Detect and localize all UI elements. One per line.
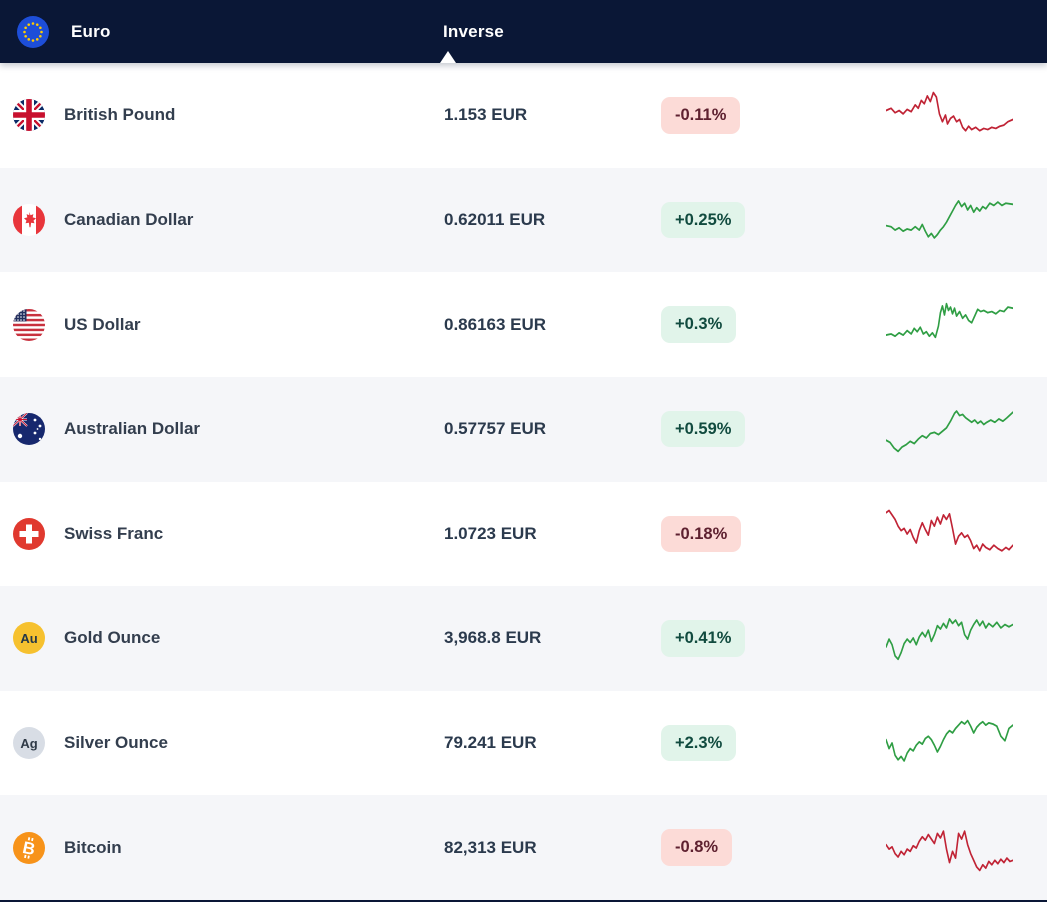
currency-rates-widget: Euro Inverse British Pound 1.153 EUR -0.…	[0, 0, 1047, 902]
canada-flag-icon	[13, 203, 45, 236]
sparkline-chart	[886, 87, 1013, 143]
change-badge: -0.8%	[661, 829, 733, 866]
table-row[interactable]: B Bitcoin 82,313 EUR -0.8%	[0, 795, 1047, 900]
bitcoin-icon: B	[13, 831, 45, 864]
rate-value: 79.241 EUR	[444, 733, 537, 753]
sparkline-chart	[886, 297, 1013, 353]
silver-ag-icon: Ag	[13, 727, 45, 760]
rate-value: 0.57757 EUR	[444, 419, 547, 439]
us-flag-icon	[13, 308, 45, 341]
sparkline-chart	[886, 610, 1013, 666]
change-badge: +0.41%	[661, 620, 746, 657]
rate-value: 1.153 EUR	[444, 105, 528, 125]
currency-name: Gold Ounce	[64, 628, 161, 648]
sparkline-chart	[886, 820, 1013, 876]
currency-name: Australian Dollar	[64, 419, 201, 439]
base-currency-label: Euro	[71, 21, 111, 41]
table-row[interactable]: British Pound 1.153 EUR -0.11%	[0, 63, 1047, 168]
currency-name: US Dollar	[64, 314, 141, 334]
eu-flag-icon	[17, 15, 49, 48]
currency-name: Silver Ounce	[64, 733, 168, 753]
currency-name: British Pound	[64, 105, 176, 125]
sparkline-chart	[886, 506, 1013, 562]
rate-value: 3,968.8 EUR	[444, 628, 542, 648]
rate-value: 0.86163 EUR	[444, 314, 547, 334]
change-badge: +0.59%	[661, 410, 746, 448]
change-badge: +2.3%	[661, 724, 737, 762]
currency-name: Canadian Dollar	[64, 209, 194, 229]
rate-value: 82,313 EUR	[444, 837, 537, 857]
rates-list: British Pound 1.153 EUR -0.11% Canadian …	[0, 63, 1047, 900]
svg-text:Au: Au	[20, 631, 37, 646]
change-badge: +0.3%	[661, 306, 737, 343]
sparkline-chart	[886, 401, 1013, 457]
sparkline-chart	[886, 192, 1013, 248]
rate-value: 1.0723 EUR	[444, 523, 537, 543]
table-row[interactable]: Ag Silver Ounce 79.241 EUR +2.3%	[0, 690, 1047, 796]
svg-text:Ag: Ag	[20, 736, 37, 751]
table-row[interactable]: Au Gold Ounce 3,968.8 EUR +0.41%	[0, 586, 1047, 691]
rate-value: 0.62011 EUR	[444, 209, 546, 229]
table-header: Euro Inverse	[0, 0, 1047, 63]
uk-flag-icon	[13, 99, 45, 132]
currency-name: Bitcoin	[64, 837, 122, 857]
table-row[interactable]: US Dollar 0.86163 EUR +0.3%	[0, 272, 1047, 377]
change-badge: -0.18%	[661, 515, 742, 553]
change-badge: -0.11%	[661, 97, 741, 134]
currency-name: Swiss Franc	[64, 523, 164, 543]
table-row[interactable]: Canadian Dollar 0.62011 EUR +0.25%	[0, 167, 1047, 273]
active-tab-caret-icon	[440, 51, 456, 63]
table-row[interactable]: Australian Dollar 0.57757 EUR +0.59%	[0, 376, 1047, 482]
switzerland-flag-icon	[13, 517, 45, 550]
table-row[interactable]: Swiss Franc 1.0723 EUR -0.18%	[0, 481, 1047, 587]
australia-flag-icon	[13, 413, 45, 446]
change-badge: +0.25%	[661, 201, 746, 239]
gold-au-icon: Au	[13, 622, 45, 655]
base-currency-selector[interactable]: Euro	[17, 0, 111, 63]
sparkline-chart	[886, 715, 1013, 771]
